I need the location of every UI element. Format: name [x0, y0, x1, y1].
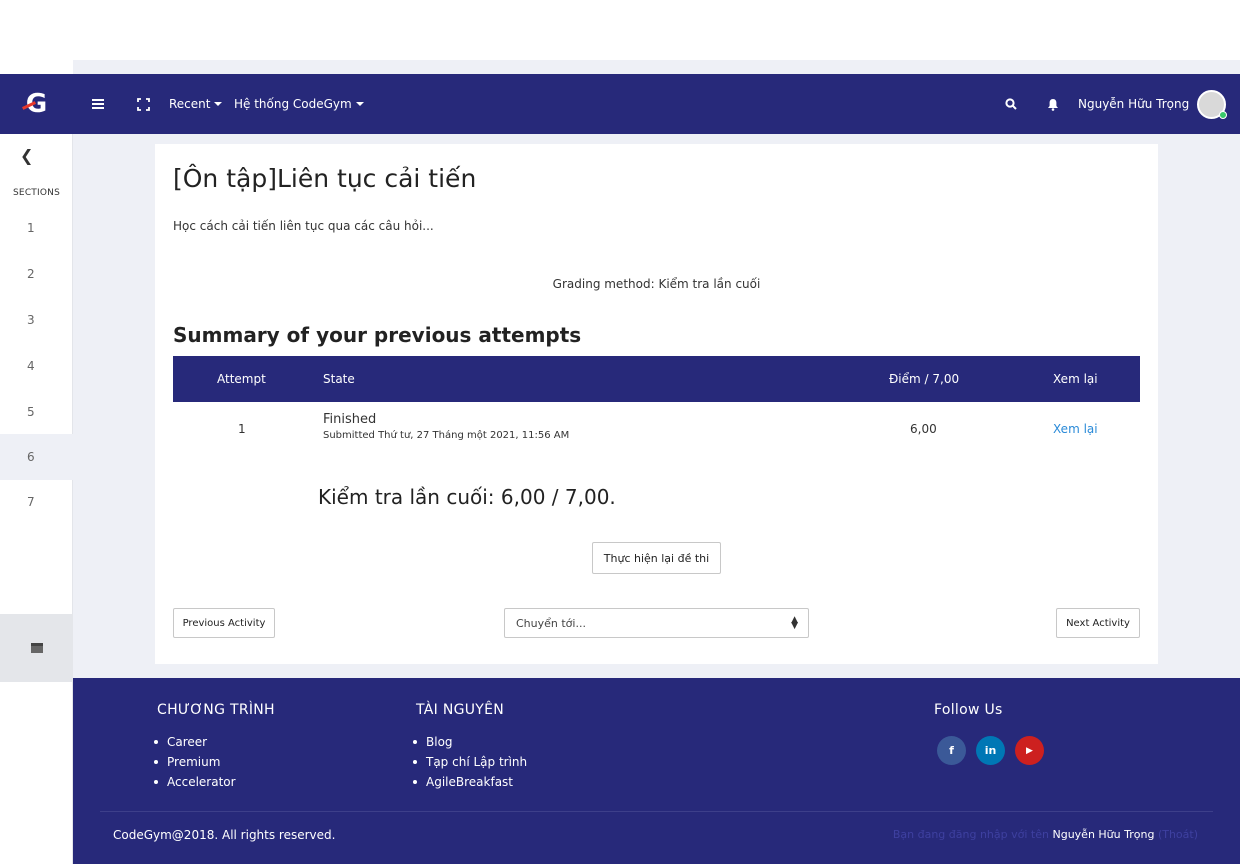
online-status-dot — [1219, 111, 1227, 119]
system-label: Hệ thống CodeGym — [234, 97, 352, 111]
footer-link-magazine[interactable]: Tạp chí Lập trình — [412, 754, 527, 774]
section-link-4[interactable]: 4 — [0, 344, 73, 388]
section-link-1[interactable]: 1 — [0, 206, 73, 250]
section-number: 1 — [27, 221, 35, 235]
login-info: Bạn đang đăng nhập với tên Nguyễn Hữu Tr… — [893, 828, 1198, 841]
top-strip — [73, 60, 1240, 74]
footer-divider — [100, 811, 1213, 812]
section-link-3[interactable]: 3 — [0, 298, 73, 342]
attempt-number: 1 — [238, 422, 246, 436]
column-header-review: Xem lại — [1053, 372, 1098, 386]
user-menu[interactable]: Nguyễn Hữu Trọng — [1078, 74, 1189, 134]
facebook-icon[interactable]: f — [937, 736, 966, 765]
page-title: [Ôn tập]Liên tục cải tiến — [173, 164, 477, 193]
table-row: 1 Finished Submitted Thứ tư, 27 Tháng mộ… — [173, 402, 1140, 458]
site-logo[interactable]: G — [0, 74, 73, 134]
section-number: 2 — [27, 267, 35, 281]
section-link-6[interactable]: 6 — [0, 434, 73, 480]
attempt-submitted: Submitted Thứ tư, 27 Tháng một 2021, 11:… — [323, 430, 570, 441]
footer-resources-list: Blog Tạp chí Lập trình AgileBreakfast — [412, 734, 527, 794]
footer-link-accelerator[interactable]: Accelerator — [153, 774, 236, 794]
previous-activity-button[interactable]: Previous Activity — [173, 608, 275, 638]
search-icon[interactable] — [1005, 74, 1017, 134]
fullscreen-icon[interactable] — [137, 74, 150, 134]
section-link-2[interactable]: 2 — [0, 252, 73, 296]
footer-link-premium[interactable]: Premium — [153, 754, 236, 774]
section-number: 6 — [27, 450, 35, 464]
footer-heading-resources: TÀI NGUYÊN — [416, 702, 505, 718]
section-link-5[interactable]: 5 — [0, 390, 73, 434]
footer-link-career[interactable]: Career — [153, 734, 236, 754]
youtube-icon[interactable]: ▶ — [1015, 736, 1044, 765]
top-navbar: Recent Hệ thống CodeGym Nguyễn Hữu Trọng — [73, 74, 1240, 134]
bell-icon[interactable] — [1047, 74, 1059, 134]
next-activity-button[interactable]: Next Activity — [1056, 608, 1140, 638]
quiz-intro: Học cách cải tiến liên tục qua các câu h… — [173, 219, 434, 233]
avatar[interactable] — [1197, 90, 1227, 119]
review-link[interactable]: Xem lại — [1053, 422, 1098, 436]
column-header-state: State — [323, 372, 355, 386]
archive-icon — [30, 643, 43, 653]
footer-heading-programs: CHƯƠNG TRÌNH — [157, 702, 275, 718]
jump-to-select[interactable]: Chuyển tới... ▲ ▼ — [504, 608, 809, 638]
login-info-prefix: Bạn đang đăng nhập với tên — [892, 828, 1049, 841]
sections-label: SECTIONS — [13, 188, 60, 198]
logout-link[interactable]: (Thoát) — [1158, 828, 1198, 841]
column-header-attempt: Attempt — [217, 372, 266, 386]
linkedin-icon[interactable]: in — [976, 736, 1005, 765]
footer-link-agilebreakfast[interactable]: AgileBreakfast — [412, 774, 527, 794]
system-menu[interactable]: Hệ thống CodeGym — [234, 74, 364, 134]
footer-programs-list: Career Premium Accelerator — [153, 734, 236, 794]
chevron-left-icon[interactable]: ❮ — [20, 146, 33, 165]
footer-link-blog[interactable]: Blog — [412, 734, 527, 754]
recent-menu[interactable]: Recent — [169, 74, 223, 134]
grading-method: Grading method: Kiểm tra lần cuối — [552, 277, 761, 291]
jump-to-value: Chuyển tới... — [516, 616, 586, 630]
section-link-7[interactable]: 7 — [0, 480, 73, 524]
attempt-state: Finished — [323, 412, 377, 427]
recent-label: Recent — [169, 97, 211, 111]
attempt-state-cell: Finished Submitted Thứ tư, 27 Tháng một … — [323, 412, 569, 441]
section-number: 7 — [27, 495, 35, 509]
section-number: 5 — [27, 405, 35, 419]
footer-heading-follow: Follow Us — [934, 702, 1003, 718]
attempts-table-header: Attempt State Điểm / 7,00 Xem lại — [173, 356, 1140, 402]
codegym-logo-icon: G — [21, 89, 47, 119]
login-user-link[interactable]: Nguyễn Hữu Trọng — [1052, 828, 1154, 841]
final-grade: Kiểm tra lần cuối: 6,00 / 7,00. — [318, 485, 616, 509]
hamburger-menu-icon[interactable] — [92, 74, 104, 134]
section-number: 3 — [27, 313, 35, 327]
user-name: Nguyễn Hữu Trọng — [1078, 97, 1190, 111]
summary-heading: Summary of your previous attempts — [173, 323, 582, 347]
select-arrows-icon: ▲ ▼ — [791, 615, 798, 631]
archive-button[interactable] — [0, 614, 73, 682]
caret-down-icon — [355, 102, 364, 106]
caret-down-icon — [214, 102, 223, 106]
site-footer: CHƯƠNG TRÌNH Career Premium Accelerator … — [73, 678, 1240, 864]
attempt-score: 6,00 — [910, 422, 937, 436]
retake-quiz-button[interactable]: Thực hiện lại đề thi — [592, 542, 721, 574]
copyright: CodeGym@2018. All rights reserved. — [113, 828, 336, 842]
section-number: 4 — [27, 359, 35, 373]
column-header-score: Điểm / 7,00 — [889, 372, 960, 386]
